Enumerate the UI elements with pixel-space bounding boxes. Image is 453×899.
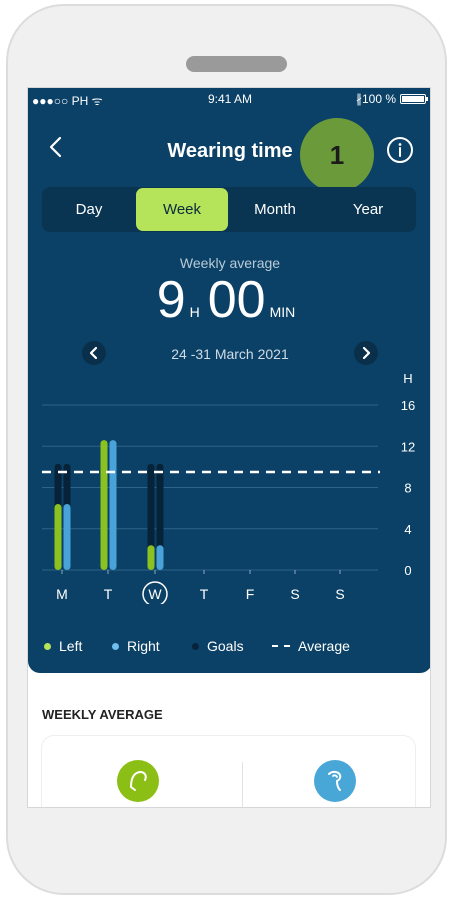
- average-value: 9 H 00 MIN: [28, 270, 430, 329]
- legend-average: Average: [272, 638, 350, 654]
- legend-left-label: Left: [59, 638, 83, 654]
- right-bar: [156, 545, 164, 570]
- y-tick-label: 16: [401, 398, 415, 413]
- y-tick-label: 4: [404, 522, 411, 537]
- right-bar: [109, 440, 117, 570]
- x-tick-label: W: [148, 586, 162, 602]
- next-week-button[interactable]: [354, 341, 378, 365]
- section-title: WEEKLY AVERAGE: [42, 707, 163, 722]
- tab-month[interactable]: Month: [230, 188, 320, 231]
- goals-dot-icon: [192, 642, 199, 650]
- legend-left: Left: [44, 638, 82, 654]
- tab-week[interactable]: Week: [136, 188, 228, 231]
- average-minutes: 00: [207, 271, 266, 329]
- average-hours: 9: [156, 271, 186, 329]
- x-tick-label: M: [56, 586, 68, 602]
- period-selector: Day Week Month Year: [42, 187, 416, 232]
- wearing-time-panel: Wearing time 1 Day Week Month Year Weekl…: [28, 110, 430, 673]
- battery-icon: [400, 94, 428, 104]
- x-tick-label: S: [290, 586, 299, 602]
- card-divider: [242, 762, 243, 807]
- minutes-unit: MIN: [269, 304, 296, 320]
- left-bar: [100, 440, 108, 570]
- left-dot-icon: [44, 642, 51, 650]
- legend-goals-label: Goals: [207, 638, 244, 654]
- right-bar: [63, 504, 71, 570]
- y-tick-label: 8: [404, 481, 411, 496]
- wearing-time-chart: H 0 4 8 12 16 M T W T F S S: [42, 374, 415, 604]
- tab-year[interactable]: Year: [322, 188, 414, 231]
- status-bar: ●●●○○ PH ᯤ 9:41 AM ∦100 %: [28, 88, 430, 110]
- left-ear-glyph: [130, 770, 147, 791]
- x-tick-label: S: [335, 586, 344, 602]
- legend-right-label: Right: [127, 638, 160, 654]
- phone-speaker: [186, 56, 287, 72]
- x-tick-label: T: [200, 586, 209, 602]
- x-tick-label: T: [104, 586, 113, 602]
- chart-legend: Left Right Goals Average: [44, 638, 424, 658]
- left-bar: [54, 504, 62, 570]
- info-button[interactable]: [386, 136, 414, 164]
- x-tick-label: F: [246, 586, 255, 602]
- y-tick-label: 12: [401, 439, 415, 454]
- average-label: Weekly average: [179, 255, 281, 271]
- legend-goals: Goals: [192, 638, 244, 654]
- tab-day[interactable]: Day: [44, 188, 134, 231]
- battery-level: ∦100 %: [355, 92, 396, 106]
- weekly-average-card: [42, 736, 415, 807]
- legend-average-label: Average: [298, 638, 350, 654]
- y-axis-label: H: [403, 374, 412, 386]
- y-tick-label: 0: [404, 563, 411, 578]
- info-icon: [387, 137, 413, 163]
- callout-badge: 1: [300, 118, 374, 192]
- legend-right: Right: [112, 638, 160, 654]
- average-dash-icon: [272, 645, 290, 647]
- left-ear-icon[interactable]: [117, 760, 159, 802]
- right-ear-glyph: [328, 770, 342, 791]
- app-screen: ●●●○○ PH ᯤ 9:41 AM ∦100 % Wearing time 1…: [27, 87, 431, 808]
- right-ear-icon[interactable]: [314, 760, 356, 802]
- chevron-right-icon: [362, 346, 371, 360]
- left-bar: [147, 545, 155, 570]
- right-dot-icon: [112, 642, 119, 650]
- hours-unit: H: [189, 304, 200, 320]
